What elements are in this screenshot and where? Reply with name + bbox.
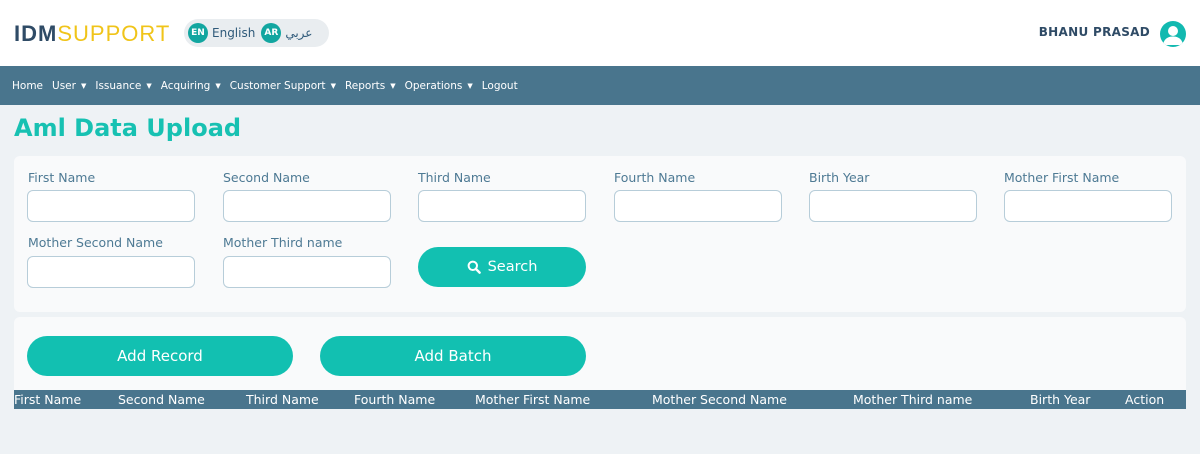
second-name-label: Second Name <box>223 170 310 185</box>
nav-item-user[interactable]: User ▼ <box>52 80 86 92</box>
caret-down-icon: ▼ <box>215 81 221 90</box>
mother-first-name-input[interactable] <box>1004 190 1172 222</box>
second-name-input[interactable] <box>223 190 391 222</box>
search-button-label: Search <box>487 259 538 275</box>
logo-secondary: SUPPORT <box>57 21 171 46</box>
mother-second-name-input[interactable] <box>27 256 195 288</box>
search-panel: First Name Second Name Third Name Fourth… <box>14 156 1186 312</box>
app-logo[interactable]: IDMSUPPORT <box>14 21 170 47</box>
column-header-second-name[interactable]: Second Name <box>118 390 205 409</box>
column-header-first-name[interactable]: First Name <box>14 390 81 409</box>
logo-primary: IDM <box>14 21 58 46</box>
first-name-input[interactable] <box>27 190 195 222</box>
column-header-mother-second-name[interactable]: Mother Second Name <box>652 390 787 409</box>
nav-label: Customer Support <box>229 79 326 92</box>
fourth-name-input[interactable] <box>614 190 782 222</box>
nav-label: Logout <box>481 79 518 92</box>
page-title: Aml Data Upload <box>14 114 242 142</box>
third-name-label: Third Name <box>418 170 491 185</box>
nav-item-acquiring[interactable]: Acquiring ▼ <box>161 80 221 92</box>
ar-language-badge[interactable]: AR <box>261 23 282 43</box>
nav-label: Home <box>12 79 44 92</box>
add-batch-label: Add Batch <box>414 347 492 365</box>
caret-down-icon: ▼ <box>330 81 336 90</box>
nav-item-issuance[interactable]: Issuance ▼ <box>95 80 151 92</box>
results-table-header: First Name Second Name Third Name Fourth… <box>14 390 1186 409</box>
mother-first-name-label: Mother First Name <box>1004 170 1120 185</box>
nav-item-reports[interactable]: Reports ▼ <box>345 80 396 92</box>
fourth-name-label: Fourth Name <box>614 170 696 185</box>
add-batch-button[interactable]: Add Batch <box>320 336 586 376</box>
add-record-label: Add Record <box>117 347 203 365</box>
nav-item-logout[interactable]: Logout <box>482 80 518 92</box>
nav-label: Operations <box>404 79 463 92</box>
birth-year-label: Birth Year <box>809 170 870 185</box>
column-header-birth-year[interactable]: Birth Year <box>1030 390 1090 409</box>
third-name-input[interactable] <box>418 190 586 222</box>
nav-label: Acquiring <box>160 79 211 92</box>
first-name-label: First Name <box>28 170 96 185</box>
user-avatar-icon[interactable] <box>1160 21 1186 47</box>
mother-third-name-input[interactable] <box>223 256 391 288</box>
language-switcher: EN English AR عربي <box>184 19 329 47</box>
nav-item-customer-support[interactable]: Customer Support ▼ <box>230 80 336 92</box>
caret-down-icon: ▼ <box>467 81 473 90</box>
column-header-fourth-name[interactable]: Fourth Name <box>354 390 435 409</box>
column-header-mother-first-name[interactable]: Mother First Name <box>475 390 590 409</box>
mother-second-name-label: Mother Second Name <box>28 235 163 250</box>
main-nav: Home User ▼ Issuance ▼ Acquiring ▼ Customer… <box>0 66 1200 105</box>
nav-label: Reports <box>344 79 386 92</box>
nav-item-operations[interactable]: Operations ▼ <box>405 80 473 92</box>
nav-label: Issuance <box>95 79 142 92</box>
app-header: IDMSUPPORT EN English AR عربي BHANU PRAS… <box>0 0 1200 66</box>
search-button[interactable]: Search <box>418 247 586 287</box>
english-language-option[interactable]: English <box>212 26 255 40</box>
arabic-language-option[interactable]: عربي <box>285 26 312 40</box>
column-header-mother-third-name[interactable]: Mother Third name <box>853 390 972 409</box>
column-header-action[interactable]: Action <box>1125 390 1164 409</box>
birth-year-input[interactable] <box>809 190 977 222</box>
nav-item-home[interactable]: Home <box>12 80 43 92</box>
actions-panel: Add Record Add Batch <box>14 317 1186 390</box>
user-name[interactable]: BHANU PRASAD <box>1039 25 1150 39</box>
nav-label: User <box>52 79 76 92</box>
search-icon <box>467 260 481 274</box>
en-language-badge[interactable]: EN <box>188 23 208 43</box>
mother-third-name-label: Mother Third name <box>223 235 343 250</box>
caret-down-icon: ▼ <box>80 81 87 90</box>
column-header-third-name[interactable]: Third Name <box>246 390 319 409</box>
caret-down-icon: ▼ <box>146 81 152 90</box>
add-record-button[interactable]: Add Record <box>27 336 293 376</box>
caret-down-icon: ▼ <box>390 81 396 90</box>
